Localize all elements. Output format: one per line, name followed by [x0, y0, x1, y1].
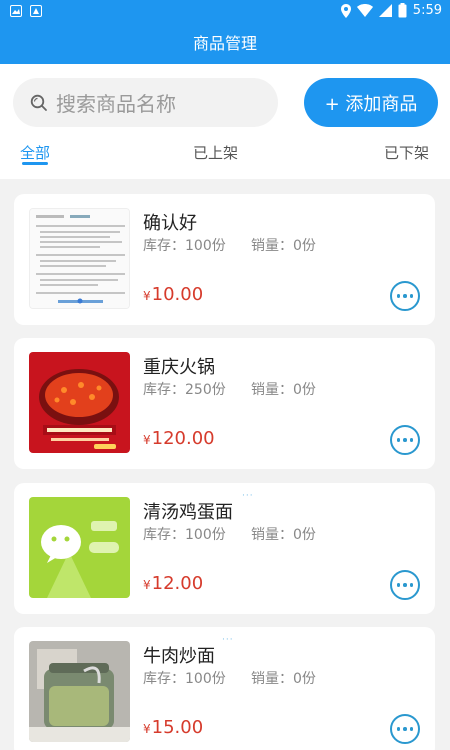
battery-icon [398, 3, 407, 18]
more-dot-icon [409, 727, 414, 731]
location-icon [340, 3, 351, 18]
product-sales: 销量：0份 [251, 238, 316, 254]
tab-active-indicator [22, 162, 48, 165]
more-dot-icon [409, 438, 414, 442]
product-stock: 库存：100份 [143, 527, 226, 543]
app-bar: 商品管理 [0, 24, 450, 64]
signal-icon [378, 4, 392, 17]
currency-symbol: ¥ [143, 722, 151, 736]
price-value: 10.00 [151, 284, 204, 305]
more-options-button[interactable] [390, 570, 420, 600]
product-name: 确认好 [143, 213, 197, 234]
more-options-button[interactable] [390, 281, 420, 311]
status-bar: 5:59 [0, 0, 450, 24]
more-dot-icon [403, 727, 407, 731]
more-dot-icon [403, 583, 407, 587]
product-card[interactable]: ··· 牛肉炒面 库存：100份 销量：0份 ¥15.00 [14, 627, 435, 750]
search-icon [30, 94, 47, 111]
product-name: 清汤鸡蛋面 [143, 502, 233, 523]
product-card[interactable]: 重庆火锅 库存：250份 销量：0份 ¥120.00 [14, 338, 435, 469]
product-stock: 库存：100份 [143, 671, 226, 687]
currency-symbol: ¥ [143, 578, 151, 592]
app-notification-icon [30, 5, 42, 17]
search-placeholder: 搜索商品名称 [56, 92, 176, 116]
more-dot-icon [409, 583, 414, 587]
price-value: 12.00 [151, 573, 204, 594]
more-dot-icon [396, 438, 401, 442]
search-section: 搜索商品名称 + 添加商品 全部 已上架 已下架 [0, 64, 450, 179]
status-right-icons: 5:59 [340, 3, 442, 18]
product-sales: 销量：0份 [251, 671, 316, 687]
clock: 5:59 [412, 3, 442, 18]
more-dot-icon [396, 294, 401, 298]
image-notification-icon [10, 5, 22, 17]
status-left-icons [10, 5, 42, 17]
more-dot-icon [409, 294, 414, 298]
more-dot-icon [396, 583, 401, 587]
more-dot-icon [396, 727, 401, 731]
tab-all[interactable]: 全部 [20, 142, 50, 163]
wifi-icon [356, 4, 373, 17]
add-product-label: + 添加商品 [324, 93, 418, 115]
price-value: 120.00 [151, 428, 215, 449]
decorative-dots: ··· [222, 635, 234, 645]
product-thumbnail [29, 208, 130, 309]
search-input[interactable]: 搜索商品名称 [13, 78, 278, 127]
product-thumbnail [29, 641, 130, 742]
decorative-dots: ··· [242, 491, 254, 501]
more-dot-icon [403, 438, 407, 442]
product-name: 重庆火锅 [143, 357, 215, 378]
product-thumbnail [29, 497, 130, 598]
tab-label: 全部 [20, 144, 51, 162]
product-price: ¥12.00 [143, 573, 203, 594]
more-dot-icon [403, 294, 407, 298]
currency-symbol: ¥ [143, 289, 151, 303]
page-title: 商品管理 [192, 34, 257, 53]
tab-on-shelf[interactable]: 已上架 [193, 142, 238, 163]
product-stock: 库存：100份 [143, 238, 226, 254]
product-sales: 销量：0份 [251, 527, 316, 543]
more-options-button[interactable] [390, 714, 420, 744]
product-price: ¥10.00 [143, 284, 203, 305]
product-card[interactable]: ··· 清汤鸡蛋面 库存：100份 销量：0份 ¥12.00 [14, 483, 435, 614]
add-product-button[interactable]: + 添加商品 [304, 78, 438, 127]
product-stock: 库存：250份 [143, 382, 226, 398]
tab-off-shelf[interactable]: 已下架 [384, 142, 429, 163]
product-thumbnail [29, 352, 130, 453]
product-price: ¥15.00 [143, 717, 203, 738]
more-options-button[interactable] [390, 425, 420, 455]
tab-label: 已下架 [384, 144, 430, 162]
currency-symbol: ¥ [143, 433, 151, 447]
product-card[interactable]: 确认好 库存：100份 销量：0份 ¥10.00 [14, 194, 435, 325]
product-sales: 销量：0份 [251, 382, 316, 398]
product-name: 牛肉炒面 [143, 646, 215, 667]
tab-label: 已上架 [193, 144, 239, 162]
price-value: 15.00 [151, 717, 204, 738]
product-price: ¥120.00 [143, 428, 215, 449]
